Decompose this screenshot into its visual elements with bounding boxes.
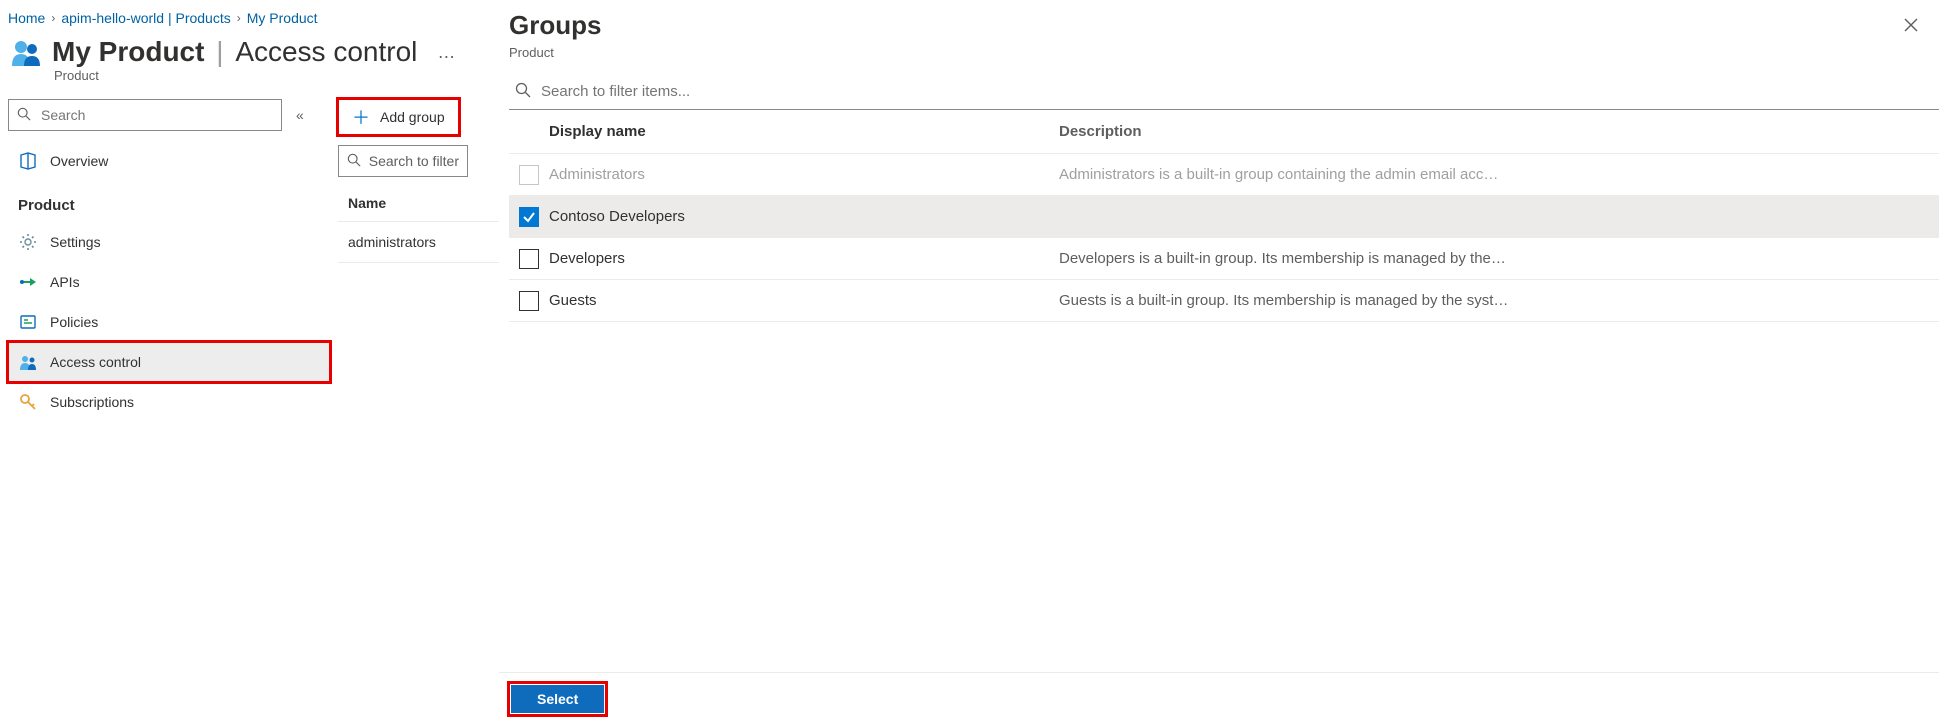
column-header-display-name[interactable]: Display name bbox=[549, 123, 1059, 140]
column-header-description[interactable]: Description bbox=[1059, 123, 1939, 140]
sidebar-item-subscriptions[interactable]: Subscriptions bbox=[8, 382, 330, 422]
checkbox[interactable] bbox=[519, 291, 539, 311]
more-button[interactable]: … bbox=[437, 42, 457, 63]
cell-desc: Guests is a built-in group. Its membersh… bbox=[1059, 292, 1939, 309]
sidebar-search-input[interactable] bbox=[39, 106, 273, 124]
cell-name: Administrators bbox=[549, 166, 1059, 183]
sidebar-item-label: Settings bbox=[50, 234, 101, 250]
cell-name: Contoso Developers bbox=[549, 208, 1059, 225]
checkbox[interactable] bbox=[519, 207, 539, 227]
people-icon bbox=[8, 34, 44, 70]
select-button[interactable]: Select bbox=[511, 685, 604, 713]
breadcrumb-home[interactable]: Home bbox=[8, 10, 45, 26]
sidebar-item-apis[interactable]: APIs bbox=[8, 262, 330, 302]
policies-icon bbox=[18, 312, 38, 332]
chevron-right-icon: › bbox=[237, 11, 241, 25]
sidebar-item-overview[interactable]: Overview bbox=[8, 141, 330, 181]
cell-desc: Administrators is a built-in group conta… bbox=[1059, 166, 1939, 183]
sidebar-item-label: Subscriptions bbox=[50, 394, 134, 410]
sidebar-item-label: Policies bbox=[50, 314, 98, 330]
cell-name: Guests bbox=[549, 292, 1059, 309]
separator: | bbox=[216, 36, 223, 67]
panel-search[interactable] bbox=[509, 74, 1939, 110]
sidebar: « Overview Product Settings APIs Po bbox=[0, 93, 330, 422]
sidebar-section-product: Product bbox=[8, 181, 330, 222]
breadcrumb-products[interactable]: apim-hello-world | Products bbox=[61, 10, 230, 26]
main-filter[interactable]: Search to filter bbox=[338, 145, 468, 177]
page-title-sub: Access control bbox=[235, 36, 417, 67]
check-icon bbox=[522, 210, 536, 224]
panel-title: Groups bbox=[509, 10, 601, 41]
column-header-name[interactable]: Name bbox=[348, 195, 386, 211]
add-group-button[interactable]: ＋ Add group bbox=[338, 99, 459, 135]
breadcrumb-myproduct[interactable]: My Product bbox=[247, 10, 318, 26]
grid-row-administrators: Administrators Administrators is a built… bbox=[509, 154, 1939, 196]
cell-name: Developers bbox=[549, 250, 1059, 267]
sidebar-item-label: APIs bbox=[50, 274, 80, 290]
api-icon bbox=[18, 272, 38, 292]
close-icon bbox=[1903, 17, 1919, 33]
overview-icon bbox=[18, 151, 38, 171]
gear-icon bbox=[18, 232, 38, 252]
key-icon bbox=[18, 392, 38, 412]
search-icon bbox=[17, 107, 33, 124]
add-group-label: Add group bbox=[380, 109, 445, 125]
sidebar-item-access-control[interactable]: Access control bbox=[8, 342, 330, 382]
panel-search-input[interactable] bbox=[539, 82, 1933, 101]
sidebar-item-policies[interactable]: Policies bbox=[8, 302, 330, 342]
grid-row-contoso[interactable]: Contoso Developers bbox=[509, 196, 1939, 238]
search-icon bbox=[347, 153, 363, 170]
groups-grid: Display name Description Administrators … bbox=[509, 110, 1939, 322]
sidebar-item-label: Access control bbox=[50, 354, 141, 370]
grid-row-guests[interactable]: Guests Guests is a built-in group. Its m… bbox=[509, 280, 1939, 322]
search-icon bbox=[515, 82, 533, 101]
chevron-right-icon: › bbox=[51, 11, 55, 25]
cell-name: administrators bbox=[348, 234, 436, 250]
sidebar-search[interactable] bbox=[8, 99, 282, 131]
cell-desc: Developers is a built-in group. Its memb… bbox=[1059, 250, 1939, 267]
main-filter-placeholder: Search to filter bbox=[369, 153, 459, 169]
page-title: My Product | Access control bbox=[52, 36, 417, 68]
grid-row-developers[interactable]: Developers Developers is a built-in grou… bbox=[509, 238, 1939, 280]
people-icon bbox=[18, 352, 38, 372]
checkbox[interactable] bbox=[519, 249, 539, 269]
groups-panel: Groups Product Display name Description … bbox=[499, 0, 1939, 725]
panel-footer: Select bbox=[499, 672, 1939, 725]
checkbox bbox=[519, 165, 539, 185]
close-button[interactable] bbox=[1903, 10, 1919, 45]
sidebar-item-settings[interactable]: Settings bbox=[8, 222, 330, 262]
panel-subtitle: Product bbox=[499, 45, 1939, 74]
collapse-sidebar-button[interactable]: « bbox=[296, 107, 304, 123]
page-title-strong: My Product bbox=[52, 36, 204, 67]
sidebar-item-label: Overview bbox=[50, 153, 108, 169]
plus-icon: ＋ bbox=[352, 104, 370, 130]
grid-header: Display name Description bbox=[509, 110, 1939, 154]
